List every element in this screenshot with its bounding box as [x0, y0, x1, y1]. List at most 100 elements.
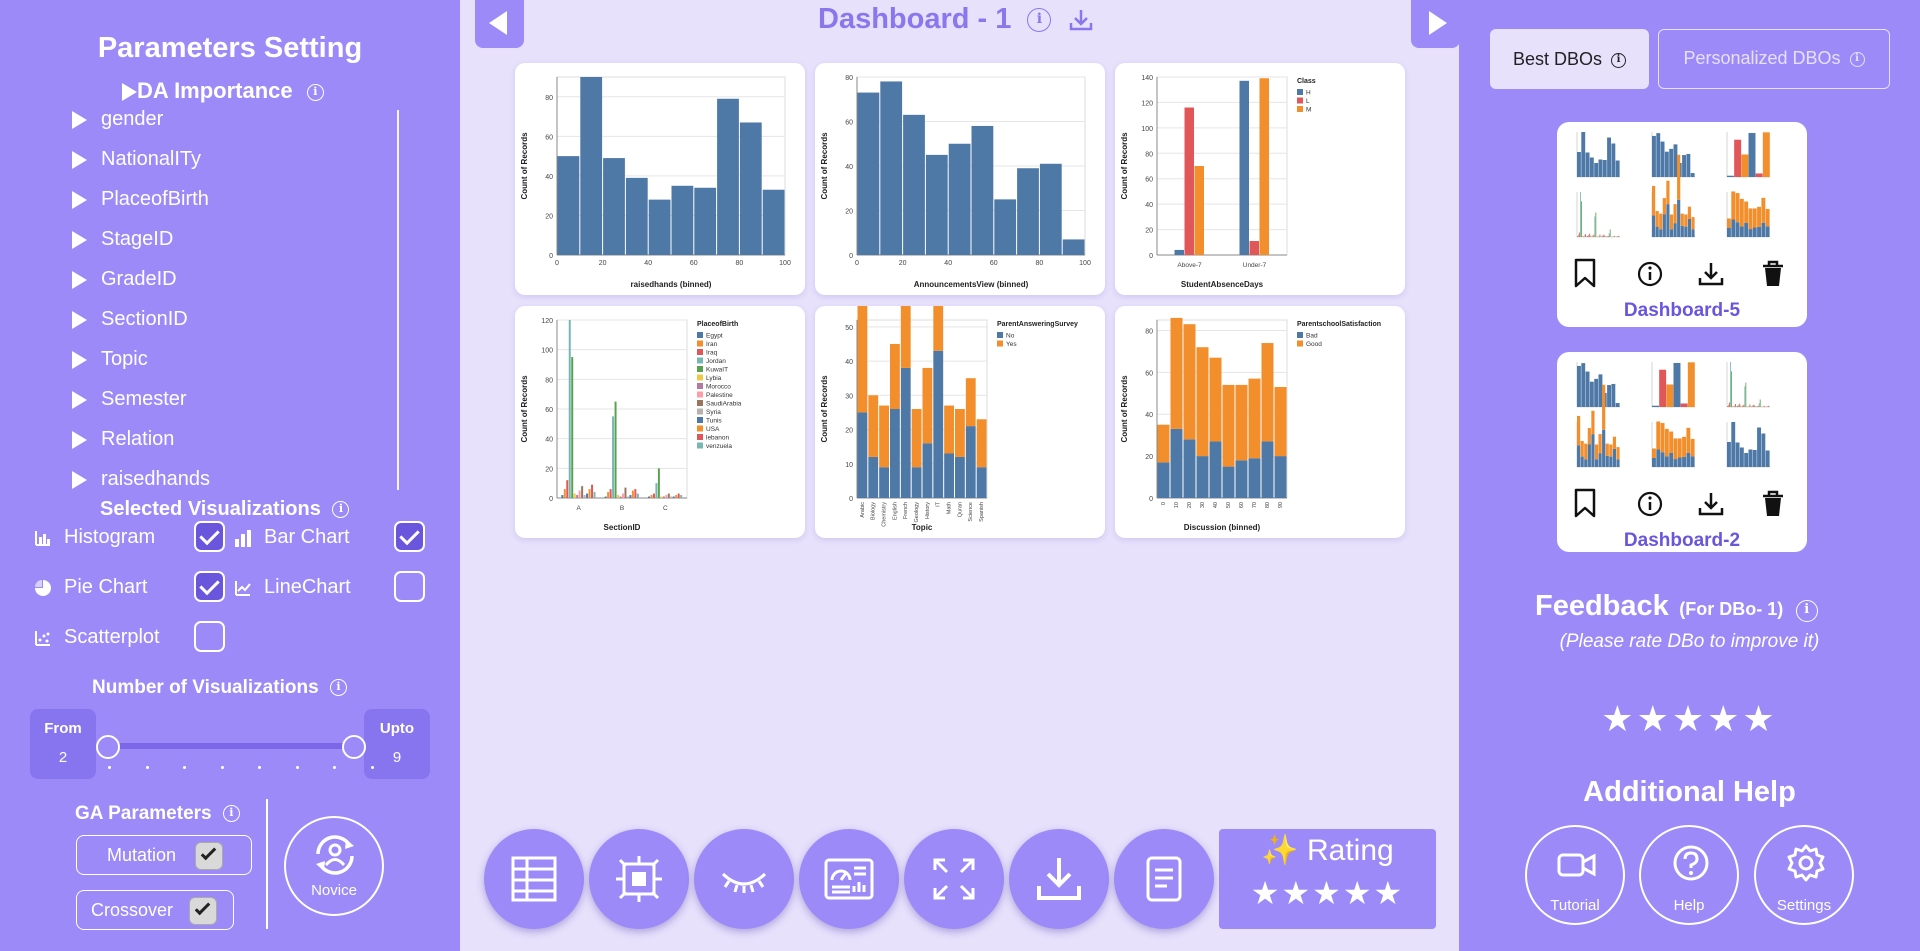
stacked-bar-segment[interactable]	[879, 467, 889, 498]
crossover-option[interactable]: Crossover	[76, 890, 234, 930]
histogram-bar[interactable]	[857, 92, 880, 255]
bar[interactable]	[581, 486, 584, 498]
histogram-bar[interactable]	[717, 98, 739, 255]
histogram-bar[interactable]	[903, 114, 925, 255]
info-icon[interactable]: i	[222, 805, 240, 823]
bar[interactable]	[1174, 249, 1185, 255]
star-icon[interactable]: ★	[1672, 699, 1707, 740]
bar[interactable]	[568, 320, 571, 498]
stacked-bar-segment[interactable]	[965, 426, 976, 498]
histogram-bar[interactable]	[925, 154, 948, 255]
stacked-bar-segment[interactable]	[890, 343, 900, 409]
vis-option-linechart[interactable]: LineChart	[234, 573, 351, 601]
info-icon[interactable]: i	[1795, 599, 1818, 622]
bar[interactable]	[652, 493, 655, 498]
bar[interactable]	[576, 495, 579, 498]
rating-stars[interactable]: ★★★★★	[1219, 874, 1436, 912]
stacked-bar-segment[interactable]	[1196, 456, 1209, 498]
dashboard-view-button[interactable]	[799, 829, 899, 929]
stacked-bar-segment[interactable]	[1274, 456, 1287, 498]
bar[interactable]	[588, 489, 591, 498]
slider-handle-from[interactable]	[96, 735, 120, 759]
stacked-bar-segment[interactable]	[944, 453, 954, 499]
dashboard-thumbnail[interactable]: Dashboard-2	[1557, 352, 1807, 552]
mutation-checkbox[interactable]	[195, 842, 223, 870]
bar[interactable]	[626, 496, 629, 498]
download-icon[interactable]	[1697, 490, 1725, 518]
download-icon[interactable]	[1068, 8, 1094, 32]
stacked-bar-segment[interactable]	[857, 296, 868, 413]
star-icon[interactable]: ★	[1343, 874, 1374, 912]
fullscreen-button[interactable]	[904, 829, 1004, 929]
attribute-item[interactable]: GradeID	[72, 264, 177, 294]
stacked-bar-segment[interactable]	[911, 409, 922, 468]
star-icon[interactable]: ★	[1637, 699, 1672, 740]
stacked-bar-segment[interactable]	[868, 395, 879, 457]
bar[interactable]	[655, 483, 658, 498]
chart-card[interactable]: 0 20 40 60 80 AnnouncementsView (binned) Count…	[815, 63, 1105, 295]
star-icon[interactable]: ★	[1251, 874, 1282, 912]
stacked-bar-segment[interactable]	[868, 456, 879, 498]
bar[interactable]	[1259, 78, 1270, 256]
bar[interactable]	[591, 484, 594, 498]
stacked-bar-segment[interactable]	[976, 419, 987, 468]
stacked-bar-segment[interactable]	[1261, 441, 1274, 498]
attribute-item[interactable]: Topic	[72, 344, 148, 374]
stacked-bar-segment[interactable]	[922, 443, 933, 498]
stacked-bar-segment[interactable]	[944, 405, 954, 454]
histogram-bar[interactable]	[1062, 239, 1085, 255]
stacked-bar-segment[interactable]	[900, 275, 911, 368]
info-icon[interactable]: i	[1611, 52, 1627, 68]
attribute-scrollbar[interactable]	[397, 110, 399, 490]
crossover-checkbox[interactable]	[189, 897, 217, 925]
bar[interactable]	[1249, 241, 1260, 255]
trash-icon[interactable]	[1761, 260, 1785, 288]
stacked-bar-segment[interactable]	[1157, 462, 1170, 498]
info-icon[interactable]: i	[332, 501, 350, 519]
stacked-bar-segment[interactable]	[1248, 458, 1261, 498]
stacked-bar-segment[interactable]	[955, 456, 965, 498]
stacked-bar-segment[interactable]	[890, 409, 900, 498]
chart-card[interactable]: 0 20 40 60 80 100 120 140 StudentAbsenceDays Coun…	[1115, 63, 1405, 295]
attribute-item[interactable]: gender	[72, 107, 163, 134]
bar[interactable]	[662, 496, 665, 498]
bar[interactable]	[670, 496, 673, 498]
hide-button[interactable]	[694, 829, 794, 929]
tab-best-dbos[interactable]: Best DBOs i	[1490, 29, 1649, 89]
attribute-item[interactable]: Relation	[72, 424, 174, 454]
histogram-bar[interactable]	[739, 122, 762, 255]
histogram-bar[interactable]	[580, 77, 603, 255]
stacked-bar-segment[interactable]	[900, 367, 911, 498]
stacked-bar-segment[interactable]	[1170, 317, 1183, 429]
bar[interactable]	[657, 468, 660, 498]
histogram-bar[interactable]	[994, 199, 1017, 255]
bar[interactable]	[680, 495, 683, 498]
stacked-bar-segment[interactable]	[879, 405, 889, 468]
bar[interactable]	[672, 496, 675, 498]
stacked-bar-segment[interactable]	[1209, 357, 1222, 442]
download-dashboard-button[interactable]	[1009, 829, 1109, 929]
star-icon[interactable]: ★	[1281, 874, 1312, 912]
vis-checkbox[interactable]	[194, 621, 225, 652]
chart-card[interactable]: 0 20 40 60 80 100 120 SectionID Count of Records…	[515, 306, 805, 538]
stacked-bar-segment[interactable]	[1235, 460, 1248, 498]
stacked-bar-segment[interactable]	[933, 172, 944, 351]
bar[interactable]	[604, 496, 607, 498]
bar[interactable]	[607, 492, 610, 498]
info-icon[interactable]: i	[1849, 51, 1865, 67]
slider-track[interactable]	[108, 743, 353, 749]
help-button[interactable]: Help	[1639, 825, 1739, 925]
chart-card[interactable]: 0 10 20 30 40 50 Topic Count of Records Arabic Bi…	[815, 172, 1105, 538]
histogram-bar[interactable]	[971, 125, 994, 255]
bar[interactable]	[1194, 166, 1205, 255]
bar[interactable]	[619, 496, 622, 498]
vis-checkbox[interactable]	[194, 521, 225, 552]
bar[interactable]	[624, 487, 627, 498]
bar[interactable]	[634, 489, 637, 498]
histogram-bar[interactable]	[948, 143, 971, 255]
da-importance-toggle[interactable]: DA Importance i	[122, 78, 324, 104]
vis-option-pie-chart[interactable]: Pie Chart	[34, 573, 147, 601]
attribute-item[interactable]: StageID	[72, 224, 173, 254]
star-icon[interactable]: ★	[1601, 699, 1636, 740]
tab-personalized-dbos[interactable]: Personalized DBOs i	[1658, 29, 1890, 89]
